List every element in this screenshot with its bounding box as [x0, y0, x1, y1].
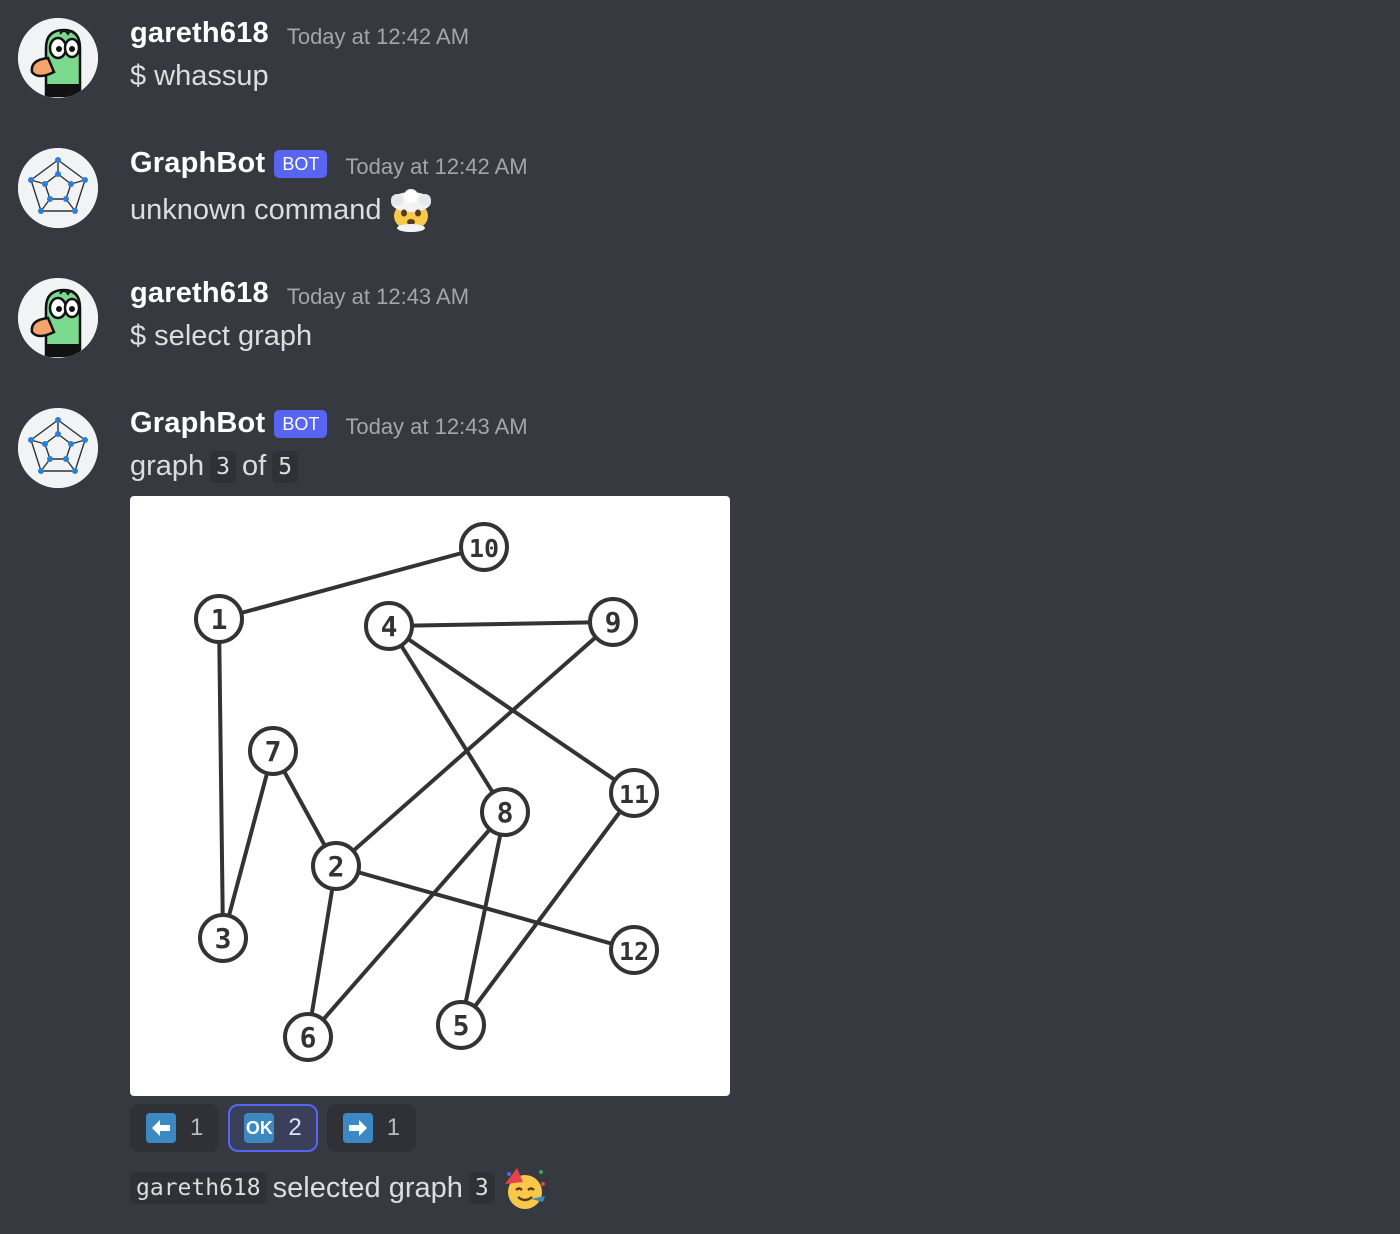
- graph-node-label: 12: [619, 937, 649, 966]
- graph-node-5: 5: [436, 1000, 486, 1050]
- graph-node-label: 6: [300, 1021, 317, 1054]
- graph-node-label: 5: [453, 1009, 470, 1042]
- graph-node-label: 8: [497, 796, 514, 829]
- exploding-head-emoji-icon: [391, 189, 432, 232]
- timestamp: Today at 12:42 AM: [286, 23, 470, 49]
- reaction-ok[interactable]: OK 2: [228, 1104, 318, 1152]
- graph-node-7: 7: [248, 726, 298, 776]
- graph-image[interactable]: 1 2 3 4 5 6 7 8 9 10 11 12: [130, 496, 730, 1096]
- bot-avatar[interactable]: [18, 408, 98, 488]
- message-text: $ select graph: [130, 320, 313, 352]
- graph-node-label: 2: [328, 850, 345, 883]
- graph-node-label: 7: [265, 735, 282, 768]
- graph-edge-1-3: [217, 617, 225, 940]
- username[interactable]: gareth618: [130, 277, 269, 310]
- graph-edge-9-2: [334, 620, 615, 868]
- right-arrow-icon: [342, 1113, 373, 1143]
- inline-code-total: 5: [272, 450, 299, 483]
- username[interactable]: gareth618: [130, 17, 269, 50]
- graph-edge-4-9: [387, 620, 615, 628]
- graph-node-8: 8: [480, 787, 530, 837]
- timestamp: Today at 12:43 AM: [345, 413, 528, 439]
- graph-node-label: 11: [619, 780, 649, 809]
- followup-text: selected graph: [272, 1171, 463, 1204]
- graph-node-4: 4: [364, 601, 414, 651]
- reaction-count: 1: [190, 1114, 204, 1141]
- graph-drawing: 123456789101112: [194, 522, 659, 1062]
- graph-node-10: 10: [459, 522, 509, 572]
- graph-edge-7-3: [221, 749, 275, 940]
- graph-node-6: 6: [283, 1012, 333, 1062]
- duck-avatar-icon: [18, 18, 98, 98]
- graph-node-3: 3: [198, 913, 248, 963]
- graph-node-label: 3: [215, 922, 232, 955]
- bot-tag: BOT: [274, 149, 328, 178]
- graph-avatar-icon: [18, 408, 98, 488]
- inline-code-user: gareth618: [130, 1172, 267, 1204]
- graph-node-label: 10: [469, 534, 499, 563]
- reaction-count: 1: [386, 1114, 401, 1141]
- partying-face-emoji-icon: [504, 1168, 545, 1209]
- message-text-prefix: graph: [130, 450, 205, 482]
- username[interactable]: GraphBot: [130, 147, 265, 180]
- left-arrow-icon: [146, 1113, 176, 1143]
- message-text: unknown command: [130, 193, 382, 226]
- username[interactable]: GraphBot: [130, 407, 265, 440]
- graph-node-11: 11: [609, 768, 659, 818]
- graph-node-label: 4: [381, 610, 398, 643]
- graph-node-9: 9: [588, 597, 638, 647]
- reaction-count: 2: [288, 1114, 302, 1141]
- graph-avatar-icon: [18, 148, 98, 228]
- inline-code-graph: 3: [468, 1172, 495, 1204]
- user-avatar[interactable]: [18, 18, 98, 98]
- reactions-bar: 1 OK 2 1: [130, 1104, 417, 1152]
- timestamp: Today at 12:43 AM: [286, 283, 470, 309]
- graph-node-2: 2: [311, 841, 361, 891]
- graph-node-1: 1: [194, 594, 244, 644]
- timestamp: Today at 12:42 AM: [345, 153, 528, 179]
- ok-button-icon: OK: [244, 1113, 275, 1143]
- user-avatar[interactable]: [18, 278, 98, 358]
- inline-code-current: 3: [210, 450, 237, 483]
- bot-avatar[interactable]: [18, 148, 98, 228]
- reaction-right-arrow[interactable]: 1: [326, 1104, 417, 1152]
- graph-node-label: 1: [211, 603, 228, 636]
- graph-node-12: 12: [609, 925, 659, 975]
- graph-node-label: 9: [605, 606, 622, 639]
- message-text-mid: of: [242, 450, 267, 482]
- message-text: $ whassup: [130, 60, 269, 92]
- duck-avatar-icon: [18, 278, 98, 358]
- selection-followup: gareth618 selected graph 3: [130, 1166, 547, 1210]
- reaction-left-arrow[interactable]: 1: [130, 1104, 220, 1152]
- graph-edge-1-10: [217, 545, 486, 621]
- bot-tag: BOT: [274, 409, 328, 438]
- graph-edge-4-8: [387, 624, 507, 814]
